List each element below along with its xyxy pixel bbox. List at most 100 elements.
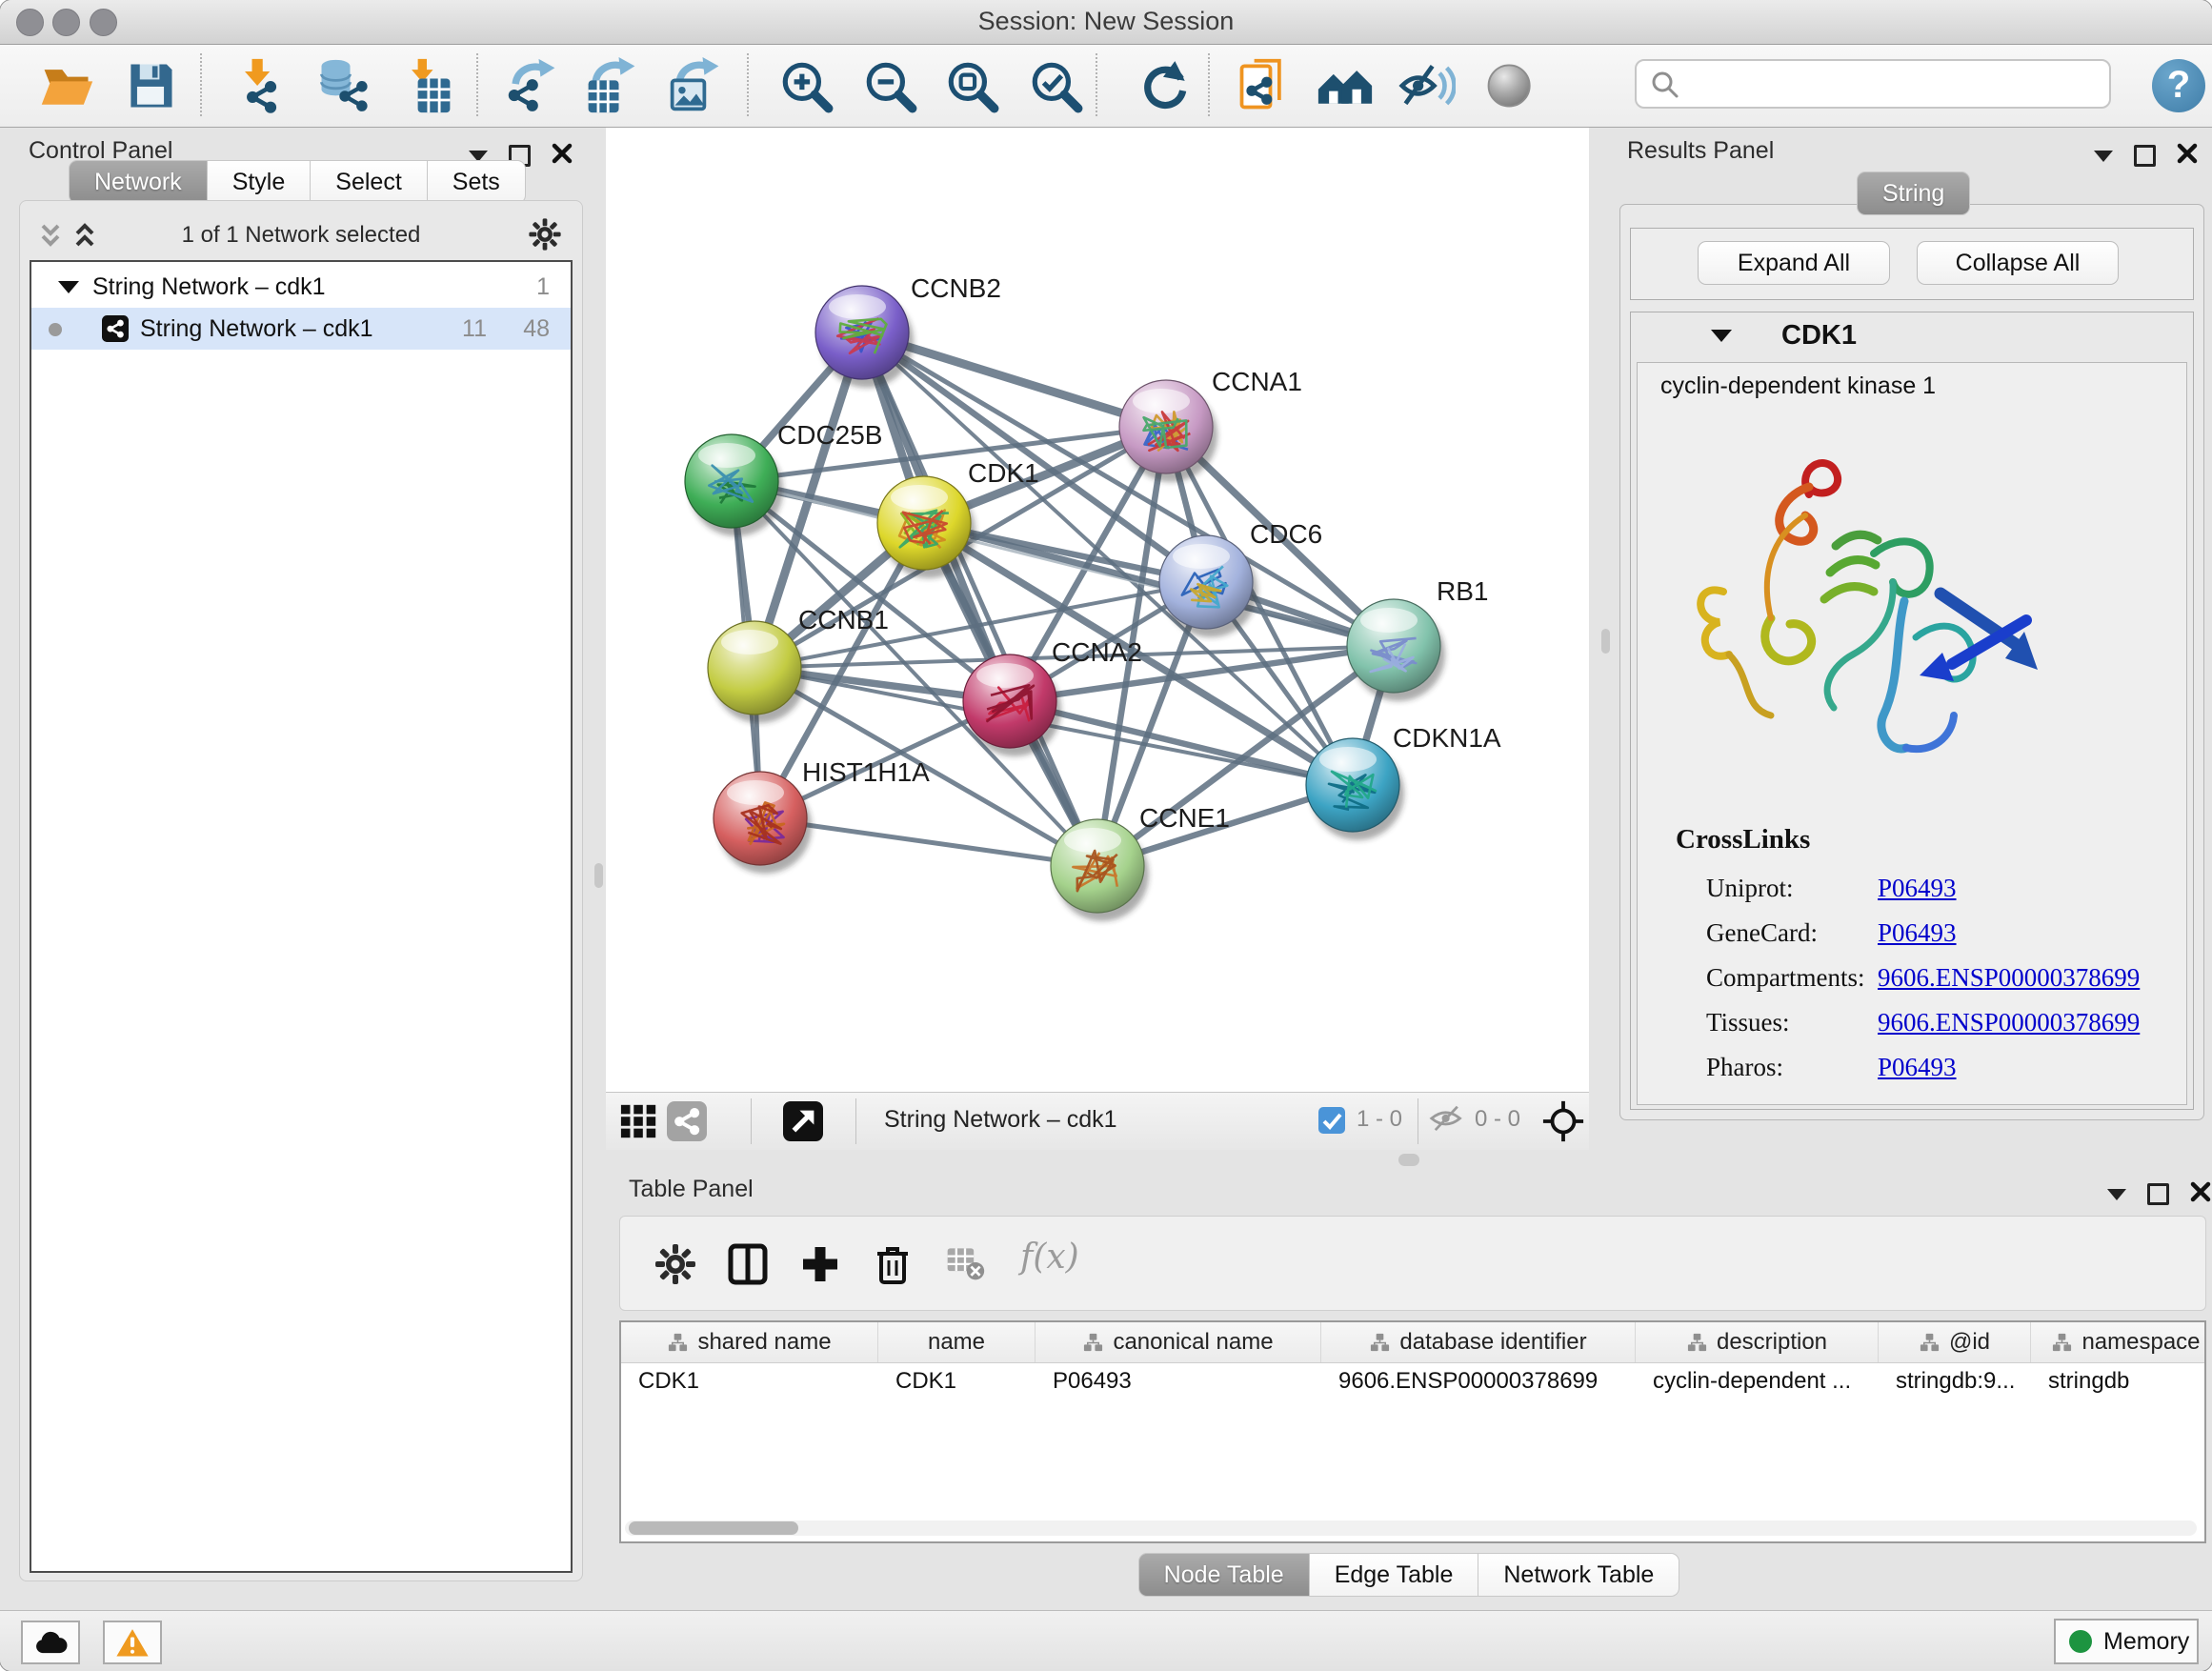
network-options-gear-icon[interactable] xyxy=(527,216,563,252)
tab-edge-table[interactable]: Edge Table xyxy=(1309,1553,1479,1597)
delete-table-icon xyxy=(944,1241,986,1287)
scrollbar-thumb[interactable] xyxy=(629,1521,798,1535)
float-panel-icon[interactable] xyxy=(2134,145,2156,167)
network-share-gray-icon[interactable] xyxy=(667,1101,707,1141)
table-cell[interactable]: CDK1 xyxy=(621,1362,878,1400)
export-image-button[interactable] xyxy=(667,57,724,114)
grid-view-icon[interactable] xyxy=(619,1101,659,1141)
network-collection-row[interactable]: String Network – cdk1 1 xyxy=(31,266,571,308)
zoom-fit-button[interactable] xyxy=(943,57,1000,114)
hidden-nodes-eye-icon[interactable] xyxy=(1429,1104,1465,1140)
network-node-RB1[interactable]: RB1 xyxy=(1347,576,1488,701)
zoom-out-button[interactable] xyxy=(861,57,918,114)
entry-header[interactable]: CDK1 xyxy=(1631,312,2193,360)
detach-view-icon[interactable] xyxy=(783,1101,823,1141)
crosslink-value-link[interactable]: P06493 xyxy=(1878,918,1957,948)
refresh-button[interactable] xyxy=(1136,57,1193,114)
table-cell[interactable]: CDK1 xyxy=(878,1362,1036,1400)
network-node-CCNA1[interactable]: CCNA1 xyxy=(1119,367,1302,482)
horizontal-splitter-handle[interactable] xyxy=(1398,1154,1419,1166)
selected-nodes-checkbox[interactable] xyxy=(1318,1107,1345,1134)
tab-sets[interactable]: Sets xyxy=(427,160,526,204)
table-cell[interactable]: cyclin-dependent ... xyxy=(1636,1362,1879,1400)
open-session-button[interactable] xyxy=(38,57,95,114)
tab-node-table[interactable]: Node Table xyxy=(1138,1553,1310,1597)
column-header-shared-name[interactable]: shared name xyxy=(621,1322,878,1362)
string-sphere-button[interactable] xyxy=(1482,57,1539,114)
table-options-gear-icon[interactable] xyxy=(653,1241,698,1287)
show-columns-icon[interactable] xyxy=(725,1241,771,1287)
export-network-icon xyxy=(503,57,560,114)
title-bar[interactable]: Session: New Session xyxy=(0,0,2212,45)
add-column-icon[interactable] xyxy=(797,1241,843,1287)
column-type-icon xyxy=(1919,1332,1941,1354)
search-field[interactable] xyxy=(1635,59,2111,109)
window-title: Session: New Session xyxy=(0,7,2212,36)
table-cell[interactable]: stringdb:9... xyxy=(1879,1362,2031,1400)
tab-network[interactable]: Network xyxy=(69,160,208,204)
column-header-database-identifier[interactable]: database identifier xyxy=(1321,1322,1636,1362)
tab-string[interactable]: String xyxy=(1857,171,1970,215)
export-network-button[interactable] xyxy=(503,57,560,114)
table-row[interactable]: CDK1CDK1P064939606.ENSP00000378699cyclin… xyxy=(621,1362,2204,1400)
table-cell[interactable]: P06493 xyxy=(1036,1362,1321,1400)
expand-all-button[interactable]: Expand All xyxy=(1698,241,1890,285)
export-table-icon xyxy=(583,57,640,114)
import-network-file-button[interactable] xyxy=(231,57,288,114)
delete-column-icon[interactable] xyxy=(870,1241,915,1287)
float-panel-icon[interactable] xyxy=(2147,1183,2169,1205)
close-panel-icon[interactable] xyxy=(552,143,573,169)
import-table-file-button[interactable] xyxy=(398,57,455,114)
cloud-button[interactable] xyxy=(21,1621,80,1664)
string-import-button[interactable] xyxy=(1235,57,1292,114)
help-button[interactable]: ? xyxy=(2152,59,2205,112)
column-header-@id[interactable]: @id xyxy=(1879,1322,2031,1362)
entry-collapse-icon[interactable] xyxy=(1711,330,1732,342)
search-input[interactable] xyxy=(1688,65,2101,105)
network-graph[interactable]: CCNB2CCNA1CDC25BCDK1CDC6RB1CCNB1CCNA2CDK… xyxy=(606,128,1589,1092)
network-row-selected[interactable]: String Network – cdk1 11 48 xyxy=(31,308,571,350)
memory-button[interactable]: Memory xyxy=(2054,1619,2199,1664)
open-folder-icon xyxy=(38,57,95,114)
horizontal-scrollbar[interactable] xyxy=(625,1520,2197,1536)
column-header-canonical-name[interactable]: canonical name xyxy=(1036,1322,1321,1362)
collapse-panel-icon[interactable] xyxy=(2094,151,2113,162)
crosslink-value-link[interactable]: P06493 xyxy=(1878,874,1957,903)
network-node-CDKN1A[interactable]: CDKN1A xyxy=(1306,723,1501,840)
column-header-namespace[interactable]: namespace xyxy=(2031,1322,2212,1362)
collapse-all-button[interactable]: Collapse All xyxy=(1917,241,2119,285)
warnings-button[interactable] xyxy=(103,1621,162,1664)
zoom-in-button[interactable] xyxy=(777,57,835,114)
close-panel-icon[interactable] xyxy=(2177,143,2198,169)
table-cell[interactable]: stringdb xyxy=(2031,1362,2212,1400)
export-table-button[interactable] xyxy=(583,57,640,114)
right-splitter-handle[interactable] xyxy=(1601,629,1610,654)
left-splitter-handle[interactable] xyxy=(594,863,603,888)
crosslink-value-link[interactable]: 9606.ENSP00000378699 xyxy=(1878,963,2140,993)
function-builder-icon: f(x) xyxy=(1020,1238,1079,1277)
crosshair-icon[interactable] xyxy=(1541,1099,1585,1143)
selected-count-label: 1 - 0 xyxy=(1357,1106,1402,1133)
tab-style[interactable]: Style xyxy=(207,160,312,204)
close-panel-icon[interactable] xyxy=(2190,1181,2211,1207)
network-node-CDC25B[interactable]: CDC25B xyxy=(685,420,882,536)
collapse-panel-icon[interactable] xyxy=(2107,1189,2126,1200)
table-cell[interactable]: 9606.ENSP00000378699 xyxy=(1321,1362,1636,1400)
tree-expand-icon[interactable] xyxy=(58,281,79,293)
node-label: HIST1H1A xyxy=(802,757,930,787)
string-hide-button[interactable] xyxy=(1398,57,1456,114)
tab-network-table[interactable]: Network Table xyxy=(1478,1553,1679,1597)
column-header-description[interactable]: description xyxy=(1636,1322,1879,1362)
network-node-CDK1[interactable]: CDK1 xyxy=(877,458,1039,578)
crosslink-value-link[interactable]: P06493 xyxy=(1878,1053,1957,1082)
crosslink-value-link[interactable]: 9606.ENSP00000378699 xyxy=(1878,1008,2140,1037)
network-node-HIST1H1A[interactable]: HIST1H1A xyxy=(714,757,930,874)
zoom-selected-button[interactable] xyxy=(1027,57,1084,114)
save-session-button[interactable] xyxy=(122,57,179,114)
import-network-database-button[interactable] xyxy=(314,57,372,114)
network-canvas[interactable]: CCNB2CCNA1CDC25BCDK1CDC6RB1CCNB1CCNA2CDK… xyxy=(606,128,1589,1092)
string-home-button[interactable] xyxy=(1317,57,1374,114)
column-header-name[interactable]: name xyxy=(878,1322,1036,1362)
tab-select[interactable]: Select xyxy=(310,160,427,204)
gene-description: cyclin-dependent kinase 1 xyxy=(1660,372,1936,400)
